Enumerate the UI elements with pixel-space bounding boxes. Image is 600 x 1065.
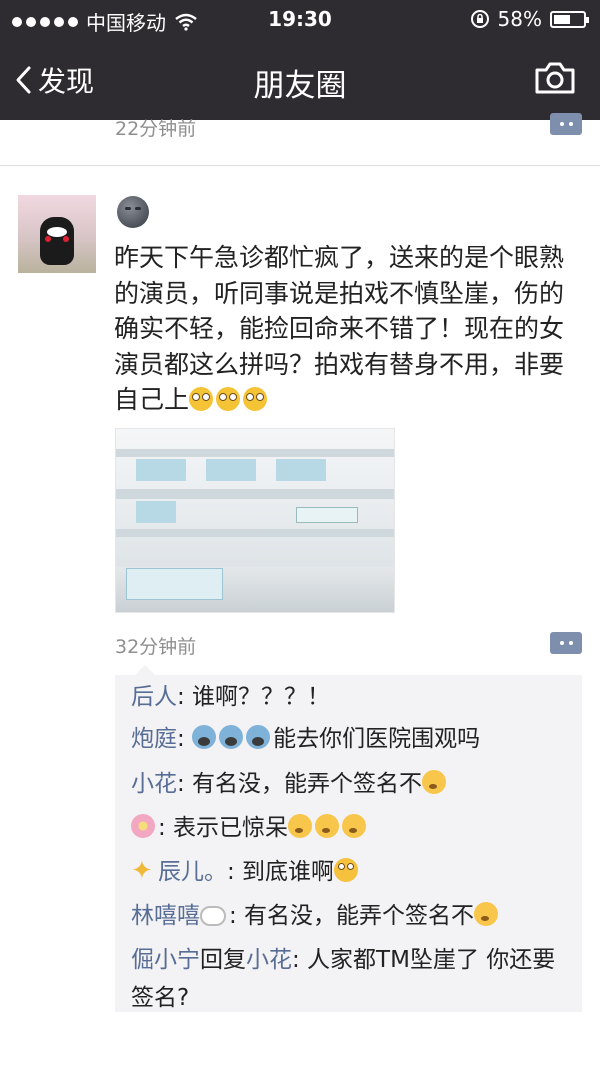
comment-username[interactable]: 后人 [131,684,177,710]
scream-emoji-icon [192,725,217,749]
post-photo[interactable] [115,428,395,613]
comment-action-button[interactable] [550,632,582,654]
comment-item[interactable]: 炮庭: 能去你们医院围观吗 [131,720,571,758]
status-bar: 中国移动 19:30 58% [0,0,600,40]
thinking-emoji-icon [315,814,340,838]
comment-list: 后人: 谁啊？？？！ 炮庭: 能去你们医院围观吗 小花: 有名没，能弄个签名不 … [115,665,582,1012]
comment-username[interactable]: 炮庭 [131,726,177,752]
wide-eyes-emoji-icon [216,387,241,411]
comment-item[interactable]: 后人: 谁啊？？？！ [131,678,571,716]
comment-reply-target[interactable]: 小花 [246,947,292,973]
comment-username[interactable]: 辰儿。 [158,859,227,885]
battery-level [554,14,571,24]
comment-text: : 有名没，能弄个签名不 [229,903,475,929]
comment-text: : 谁啊？？？！ [177,684,331,710]
previous-post-timestamp: 22分钟前 [115,118,197,140]
post-timestamp: 32分钟前 [115,636,197,658]
scream-emoji-icon [246,725,271,749]
sparkles-icon [131,852,155,890]
comment-item[interactable]: : 表示已惊呆 [131,809,571,847]
comment-username[interactable]: 倔小宁 [131,947,200,973]
thinking-emoji-icon [474,902,499,926]
post-divider [0,165,600,166]
status-right: 58% [470,7,589,31]
camera-icon [535,62,575,94]
cherry-blossom-icon[interactable] [131,814,155,838]
comment-item[interactable]: 辰儿。: 到底谁啊 [131,852,571,891]
comment-text: : 表示已惊呆 [158,815,289,841]
thinking-emoji-icon [288,814,313,838]
comment-text: 能去你们医院围观吗 [273,726,481,752]
comment-item[interactable]: 小花: 有名没，能弄个签名不 [131,765,571,803]
comment-username[interactable]: 林嘻嘻 [131,903,200,929]
camera-button[interactable] [534,60,576,100]
thinking-emoji-icon [422,770,447,794]
comment-item[interactable]: 林嘻嘻 : 有名没，能弄个签名不 [131,897,571,935]
wide-eyes-emoji-icon [243,387,268,411]
thought-bubble-icon [200,906,226,926]
post-body: 昨天下午急诊都忙疯了，送来的是个眼熟的演员，听同事说是拍戏不慎坠崖，伤的确实不轻… [114,243,565,414]
battery-icon [550,10,589,28]
orientation-lock-icon [470,10,489,28]
post-text: 昨天下午急诊都忙疯了，送来的是个眼熟的演员，听同事说是拍戏不慎坠崖，伤的确实不轻… [114,240,574,418]
comment-action-button[interactable] [550,113,582,135]
comment-reply-word: 回复 [200,947,246,973]
comment-item[interactable]: 倔小宁回复小花: 人家都TM坠崖了 你还要签名? [131,941,571,1017]
thinking-emoji-icon [342,814,367,838]
scream-emoji-icon [219,725,244,749]
avatar[interactable] [18,195,96,273]
comment-text: : 到底谁啊 [227,859,335,885]
flushed-emoji-icon [334,858,359,882]
poster-name-emoji-icon[interactable] [117,196,149,228]
comment-username[interactable]: 小花 [131,771,177,797]
page-title: 朋友圈 [253,68,347,104]
navigation-bar: 发现 朋友圈 [0,40,600,120]
wide-eyes-emoji-icon [189,387,214,411]
battery-percent: 58% [497,7,542,31]
comment-text: : 有名没，能弄个签名不 [177,771,423,797]
